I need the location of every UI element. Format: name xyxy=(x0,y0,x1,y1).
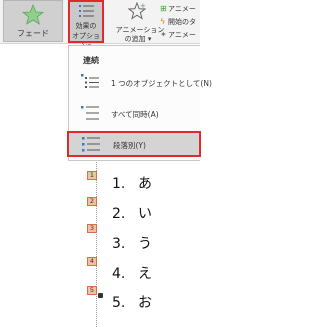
by-paragraph-item[interactable]: 段落別(Y) xyxy=(67,131,201,157)
effect-options-button[interactable]: 効果の オプション▾ xyxy=(68,0,104,50)
add-animation-star-icon: + xyxy=(128,2,146,20)
list-item: 3. う xyxy=(112,233,152,253)
list-item: 4. え xyxy=(112,263,152,283)
animation-order-badge: 5 xyxy=(87,286,97,295)
fade-animation-button[interactable]: フェード xyxy=(3,0,63,42)
animation-order-badge: 2 xyxy=(87,197,97,206)
add-animation-button[interactable]: + アニメーション の追加 ▾ xyxy=(116,2,164,43)
list-text: い xyxy=(138,206,152,222)
painter-icon: ✦ xyxy=(160,30,167,39)
list-item: 2. い xyxy=(112,203,152,223)
as-one-object-item[interactable]: 1 つのオブジェクトとして(N) xyxy=(69,70,212,96)
list-text: お xyxy=(138,295,152,311)
list-number: 1. xyxy=(112,176,126,192)
animation-pane-icon: ⊞ xyxy=(160,4,167,13)
lightning-icon: ϟ xyxy=(160,17,166,26)
trigger-button[interactable]: ϟ 開始のタ xyxy=(160,17,196,29)
effect-options-dropdown: 連続 1 つのオブジェクトとして(N) すべて同時(A) 段落別(Y) xyxy=(67,45,212,161)
single-object-icon xyxy=(81,74,99,88)
animation-pane-button[interactable]: ⊞アニメー xyxy=(160,4,196,16)
all-at-once-item[interactable]: すべて同時(A) xyxy=(69,101,201,127)
animation-painter-label: アニメー xyxy=(168,31,196,39)
list-item: 1. あ xyxy=(112,173,152,193)
all-at-once-label: すべて同時(A) xyxy=(111,110,159,119)
list-number: 4. xyxy=(112,266,126,282)
effect-options-label: 効果の xyxy=(75,22,97,30)
list-number: 5. xyxy=(112,295,126,311)
animation-painter-button[interactable]: ✦アニメー xyxy=(160,30,196,42)
list-text: え xyxy=(138,266,152,282)
animation-order-badge: 1 xyxy=(87,171,97,180)
list-text: う xyxy=(138,236,152,252)
all-at-once-icon xyxy=(81,106,99,120)
animation-order-badge: 4 xyxy=(87,257,97,266)
svg-text:+: + xyxy=(140,2,146,10)
resize-handle[interactable] xyxy=(98,293,103,298)
animation-pane-label: アニメー xyxy=(168,5,196,13)
ribbon: フェード 効果の オプション▾ + アニメーション の追加 ▾ ⊞アニメー ϟ開… xyxy=(0,0,200,50)
fade-label: フェード xyxy=(17,29,49,38)
list-number: 3. xyxy=(112,236,126,252)
list-text: あ xyxy=(138,176,152,192)
by-paragraph-icon xyxy=(82,137,100,152)
star-icon xyxy=(22,4,44,25)
add-animation-label-2: の追加 ▾ xyxy=(124,35,152,43)
list-item: 5. お xyxy=(112,292,152,312)
trigger-label: 開始のタ xyxy=(168,18,196,26)
list-number: 2. xyxy=(112,206,126,222)
sequence-header: 連続 xyxy=(83,56,99,65)
animation-order-badge: 3 xyxy=(87,224,97,233)
effect-options-icon xyxy=(79,5,94,17)
by-paragraph-label: 段落別(Y) xyxy=(113,141,146,150)
as-one-object-label: 1 つのオブジェクトとして(N) xyxy=(111,79,212,88)
